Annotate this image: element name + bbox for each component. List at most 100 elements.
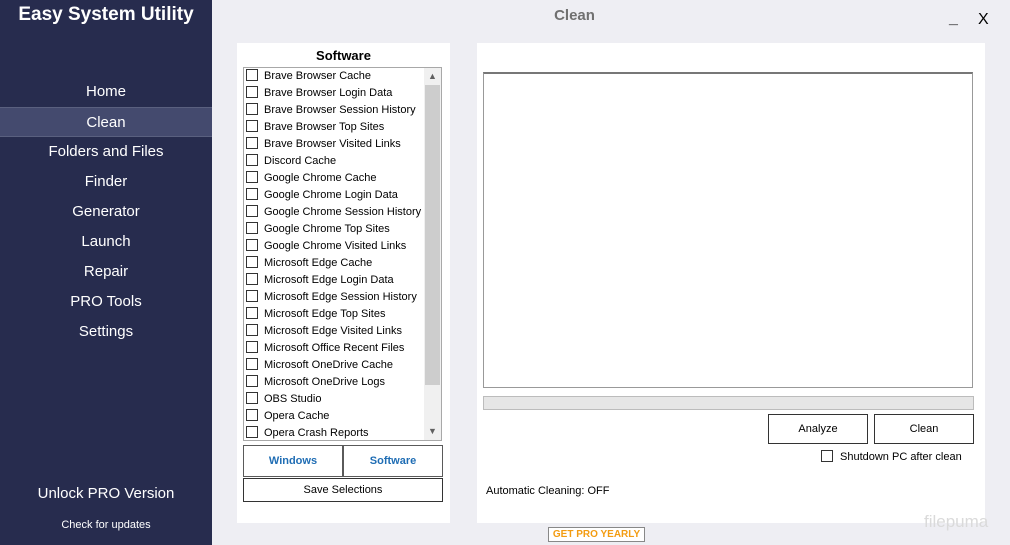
software-panel-title: Software <box>316 48 371 63</box>
item-checkbox[interactable] <box>246 409 258 422</box>
software-list[interactable]: Brave Browser Cache Brave Browser Login D… <box>243 67 442 441</box>
list-item[interactable]: Microsoft OneDrive Logs <box>246 374 426 391</box>
item-checkbox[interactable] <box>246 239 258 252</box>
minimize-button[interactable]: _ <box>949 10 958 28</box>
sidebar-nav: Home Clean Folders and Files Finder Generato… <box>0 77 212 347</box>
results-textbox[interactable] <box>483 72 973 388</box>
item-label: Microsoft Edge Login Data <box>264 274 394 286</box>
list-item[interactable]: Microsoft Edge Session History <box>246 289 426 306</box>
item-label: Microsoft Edge Cache <box>264 257 373 269</box>
tab-windows[interactable]: Windows <box>243 445 343 477</box>
item-checkbox[interactable] <box>246 188 258 201</box>
sidebar-item-pro-tools[interactable]: PRO Tools <box>0 287 212 317</box>
list-item[interactable]: Google Chrome Top Sites <box>246 221 426 238</box>
item-label: Brave Browser Top Sites <box>264 121 385 133</box>
item-checkbox[interactable] <box>246 103 258 116</box>
tab-software[interactable]: Software <box>343 445 443 477</box>
sidebar-item-generator[interactable]: Generator <box>0 197 212 227</box>
item-checkbox[interactable] <box>246 392 258 405</box>
shutdown-checkbox[interactable] <box>821 450 833 463</box>
item-checkbox[interactable] <box>246 120 258 133</box>
item-label: Brave Browser Cache <box>264 70 371 82</box>
item-checkbox[interactable] <box>246 222 258 235</box>
item-checkbox[interactable] <box>246 324 258 337</box>
item-label: Opera Crash Reports <box>264 427 369 439</box>
item-label: Microsoft Edge Visited Links <box>264 325 402 337</box>
close-button[interactable]: X <box>978 11 989 29</box>
list-item[interactable]: Brave Browser Session History <box>246 102 426 119</box>
software-panel: Software Brave Browser Cache Brave Browse… <box>237 43 450 523</box>
item-label: Google Chrome Session History <box>264 206 422 218</box>
list-item[interactable]: Discord Cache <box>246 153 426 170</box>
list-item[interactable]: Brave Browser Login Data <box>246 85 426 102</box>
list-item[interactable]: Brave Browser Top Sites <box>246 119 426 136</box>
item-checkbox[interactable] <box>246 205 258 218</box>
sidebar-item-settings[interactable]: Settings <box>0 317 212 347</box>
save-selections-button[interactable]: Save Selections <box>243 478 443 502</box>
item-checkbox[interactable] <box>246 154 258 167</box>
list-item[interactable]: Brave Browser Cache <box>246 68 426 85</box>
list-scrollbar[interactable]: ▲ ▼ <box>424 68 441 440</box>
item-label: Microsoft Office Recent Files <box>264 342 405 354</box>
auto-cleaning-status: Automatic Cleaning: OFF <box>486 485 610 497</box>
item-checkbox[interactable] <box>246 426 258 439</box>
item-checkbox[interactable] <box>246 69 258 82</box>
item-checkbox[interactable] <box>246 273 258 286</box>
shutdown-option[interactable]: Shutdown PC after clean <box>821 450 962 463</box>
item-label: Google Chrome Visited Links <box>264 240 407 252</box>
app-title: Easy System Utility <box>18 4 194 25</box>
item-label: Microsoft Edge Session History <box>264 291 417 303</box>
list-item[interactable]: Google Chrome Visited Links <box>246 238 426 255</box>
item-label: Google Chrome Cache <box>264 172 377 184</box>
item-checkbox[interactable] <box>246 307 258 320</box>
item-label: Microsoft OneDrive Cache <box>264 359 393 371</box>
item-checkbox[interactable] <box>246 171 258 184</box>
check-updates-link[interactable]: Check for updates <box>0 519 212 531</box>
scroll-up-icon[interactable]: ▲ <box>424 68 441 85</box>
list-item[interactable]: Opera Cache <box>246 408 426 425</box>
item-checkbox[interactable] <box>246 290 258 303</box>
list-item[interactable]: Microsoft Edge Login Data <box>246 272 426 289</box>
scroll-down-icon[interactable]: ▼ <box>424 423 441 440</box>
item-label: Google Chrome Top Sites <box>264 223 390 235</box>
item-checkbox[interactable] <box>246 341 258 354</box>
item-checkbox[interactable] <box>246 86 258 99</box>
list-item[interactable]: OBS Studio <box>246 391 426 408</box>
list-item[interactable]: Google Chrome Cache <box>246 170 426 187</box>
item-label: Microsoft OneDrive Logs <box>264 376 386 388</box>
sidebar-item-clean[interactable]: Clean <box>0 107 212 137</box>
item-label: Google Chrome Login Data <box>264 189 398 201</box>
list-item[interactable]: Google Chrome Session History <box>246 204 426 221</box>
list-item[interactable]: Opera Crash Reports <box>246 425 426 440</box>
list-item[interactable]: Brave Browser Visited Links <box>246 136 426 153</box>
list-item[interactable]: Microsoft Edge Cache <box>246 255 426 272</box>
item-checkbox[interactable] <box>246 358 258 371</box>
scroll-thumb[interactable] <box>425 85 440 385</box>
list-item[interactable]: Microsoft Edge Top Sites <box>246 306 426 323</box>
item-label: Microsoft Edge Top Sites <box>264 308 386 320</box>
sidebar-item-repair[interactable]: Repair <box>0 257 212 287</box>
list-item[interactable]: Microsoft Office Recent Files <box>246 340 426 357</box>
item-label: OBS Studio <box>264 393 322 405</box>
sidebar-item-launch[interactable]: Launch <box>0 227 212 257</box>
sidebar-item-finder[interactable]: Finder <box>0 167 212 197</box>
clean-button[interactable]: Clean <box>874 414 974 444</box>
shutdown-label: Shutdown PC after clean <box>840 451 962 463</box>
item-label: Brave Browser Session History <box>264 104 416 116</box>
item-checkbox[interactable] <box>246 256 258 269</box>
sidebar: Easy System Utility Home Clean Folders and… <box>0 0 212 545</box>
list-item[interactable]: Microsoft Edge Visited Links <box>246 323 426 340</box>
get-pro-yearly-button[interactable]: GET PRO YEARLY <box>548 527 645 542</box>
item-checkbox[interactable] <box>246 137 258 150</box>
list-item[interactable]: Microsoft OneDrive Cache <box>246 357 426 374</box>
unlock-pro-link[interactable]: Unlock PRO Version <box>0 485 212 502</box>
analyze-button[interactable]: Analyze <box>768 414 868 444</box>
item-checkbox[interactable] <box>246 375 258 388</box>
progress-bar <box>483 396 974 410</box>
sidebar-item-folders-and-files[interactable]: Folders and Files <box>0 137 212 167</box>
watermark: filepuma <box>924 512 989 531</box>
page-title: Clean <box>554 7 595 24</box>
list-item[interactable]: Google Chrome Login Data <box>246 187 426 204</box>
main-panel: Analyze Clean Shutdown PC after clean Au… <box>477 43 985 523</box>
sidebar-item-home[interactable]: Home <box>0 77 212 107</box>
